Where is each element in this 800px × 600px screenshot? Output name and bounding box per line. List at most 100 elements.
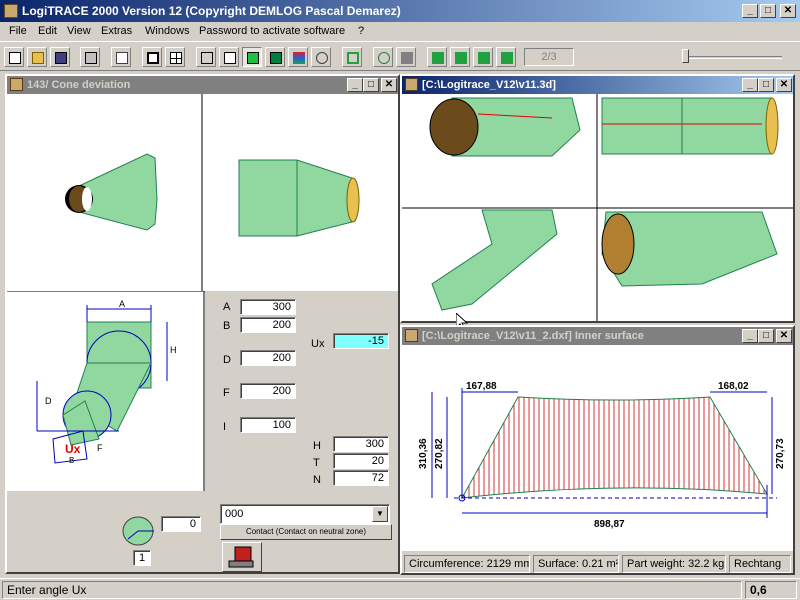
- inner-surface-window: [C:\Logitrace_V12\v11_2.dxf] Inner surfa…: [400, 325, 795, 575]
- next-page-button[interactable]: [473, 47, 493, 67]
- color-palette-button[interactable]: [288, 47, 308, 67]
- gray-block-button[interactable]: [396, 47, 416, 67]
- cone-deviation-titlebar: 143/ Cone deviation _ □ ✕: [7, 76, 398, 94]
- cone-diagram: A H D F Ux B: [7, 290, 205, 491]
- param-i-field[interactable]: 100: [240, 417, 296, 433]
- window-icon: [10, 78, 23, 91]
- cone-diagram-svg: A H D F Ux B: [7, 290, 205, 491]
- maximize-button[interactable]: □: [758, 329, 774, 343]
- curve-button[interactable]: [373, 47, 393, 67]
- 3d-view-titlebar: [C:\Logitrace_V12\v11.3d] _ □ ✕: [402, 76, 793, 94]
- 3d-view-window: [C:\Logitrace_V12\v11.3d] _ □ ✕: [400, 74, 795, 323]
- param-label-d: D: [223, 354, 231, 366]
- last-page-button[interactable]: [496, 47, 516, 67]
- param-ux-field[interactable]: -15: [333, 333, 389, 349]
- shaded-cube-button[interactable]: [242, 47, 262, 67]
- param-f-field[interactable]: 200: [240, 383, 296, 399]
- diagram-label-f: F: [97, 443, 103, 453]
- maximize-button[interactable]: □: [363, 78, 379, 92]
- param-label-h: H: [313, 440, 321, 452]
- menu-edit[interactable]: Edit: [38, 25, 57, 37]
- open-folder-button[interactable]: [27, 47, 47, 67]
- pipe-view-top-right: [601, 97, 773, 155]
- inner-surface-titlebar: [C:\Logitrace_V12\v11_2.dxf] Inner surfa…: [402, 327, 793, 345]
- window-icon: [405, 78, 418, 91]
- contact-combo[interactable]: 000 ▼: [220, 504, 390, 524]
- angle-dial-icon[interactable]: [120, 513, 156, 549]
- page-indicator: 2/3: [524, 48, 574, 66]
- close-button[interactable]: ✕: [780, 4, 796, 18]
- contact-button[interactable]: Contact (Contact on neutral zone): [220, 524, 392, 540]
- app-icon[interactable]: [4, 4, 18, 18]
- param-d-field[interactable]: 200: [240, 350, 296, 366]
- param-n-field[interactable]: 72: [333, 470, 389, 486]
- combo-dropdown-icon[interactable]: ▼: [372, 506, 388, 522]
- shape-status: Rechtang: [729, 555, 791, 573]
- new-file-button[interactable]: [4, 47, 24, 67]
- minimize-button[interactable]: _: [742, 4, 758, 18]
- zoom-slider[interactable]: [680, 46, 786, 68]
- 3d-view-title: [C:\Logitrace_V12\v11.3d]: [422, 79, 556, 91]
- tree-structure-button[interactable]: [311, 47, 331, 67]
- print-button[interactable]: [80, 47, 100, 67]
- minimize-button[interactable]: _: [742, 329, 758, 343]
- frame-button[interactable]: [342, 47, 362, 67]
- menu-windows[interactable]: Windows: [145, 25, 190, 37]
- single-view-button[interactable]: [142, 47, 162, 67]
- first-page-button[interactable]: [427, 47, 447, 67]
- minimize-button[interactable]: _: [347, 78, 363, 92]
- param-label-ux: Ux: [311, 338, 325, 350]
- menu-extras[interactable]: Extras: [101, 25, 132, 37]
- app-title-bar: LogiTRACE 2000 Version 12 (Copyright DEM…: [0, 0, 800, 22]
- diagram-label-b: B: [69, 456, 74, 465]
- cone-deviation-title: 143/ Cone deviation: [27, 79, 131, 91]
- pipe-view-bottom-left: [431, 209, 558, 311]
- hidden-line-cube-button[interactable]: [219, 47, 239, 67]
- close-button[interactable]: ✕: [776, 78, 792, 92]
- param-label-n: N: [313, 474, 321, 486]
- menu-password[interactable]: Password to activate software: [199, 25, 345, 37]
- cone-right-view: [238, 159, 353, 237]
- param-t-field[interactable]: 20: [333, 453, 389, 469]
- param-label-a: A: [223, 301, 231, 313]
- build-part-button[interactable]: [222, 542, 262, 572]
- cone-3d-views[interactable]: [7, 94, 398, 291]
- weight-status: Part weight: 32.2 kg: [622, 555, 726, 573]
- menu-view[interactable]: View: [67, 25, 91, 37]
- quad-view-button[interactable]: [165, 47, 185, 67]
- save-button[interactable]: [50, 47, 70, 67]
- dim-left-inner: 270,82: [434, 438, 445, 469]
- menu-file[interactable]: File: [9, 25, 27, 37]
- cone-3d-svg: [65, 94, 360, 291]
- param-h-field[interactable]: 300: [333, 436, 389, 452]
- 3d-viewport-svg: [402, 94, 793, 321]
- previous-page-button[interactable]: [450, 47, 470, 67]
- close-button[interactable]: ✕: [776, 329, 792, 343]
- angle-step-field[interactable]: 1: [133, 550, 151, 566]
- 3d-viewport[interactable]: [402, 94, 793, 321]
- flat-pattern-viewport[interactable]: 167,88 168,02 310,36 270,82 270,73 898,8…: [402, 345, 793, 551]
- circumference-status: Circumference: 2129 mm: [404, 555, 530, 573]
- status-bar: Enter angle Ux 0,6: [0, 578, 800, 600]
- param-b-field[interactable]: 200: [240, 317, 296, 333]
- slider-thumb[interactable]: [682, 49, 689, 63]
- close-button[interactable]: ✕: [381, 78, 397, 92]
- wireframe-cube-button[interactable]: [196, 47, 216, 67]
- menu-help[interactable]: ?: [358, 25, 364, 37]
- dim-right: 270,73: [775, 438, 786, 469]
- copy-button[interactable]: [111, 47, 131, 67]
- minimize-button[interactable]: _: [742, 78, 758, 92]
- maximize-button[interactable]: □: [760, 4, 776, 18]
- shaded-edges-button[interactable]: [265, 47, 285, 67]
- diagram-label-h: H: [170, 345, 177, 355]
- window-icon: [405, 329, 418, 342]
- angle-field[interactable]: 0: [161, 516, 201, 532]
- contact-combo-value: 000: [225, 508, 244, 520]
- param-a-field[interactable]: 300: [240, 299, 296, 315]
- flat-pattern-svg: 167,88 168,02 310,36 270,82 270,73 898,8…: [418, 381, 786, 530]
- param-label-b: B: [223, 320, 231, 332]
- flat-pattern-shape: [461, 396, 768, 499]
- menu-bar: File Edit View Extras Windows Password t…: [0, 22, 800, 41]
- maximize-button[interactable]: □: [758, 78, 774, 92]
- param-label-f: F: [223, 387, 230, 399]
